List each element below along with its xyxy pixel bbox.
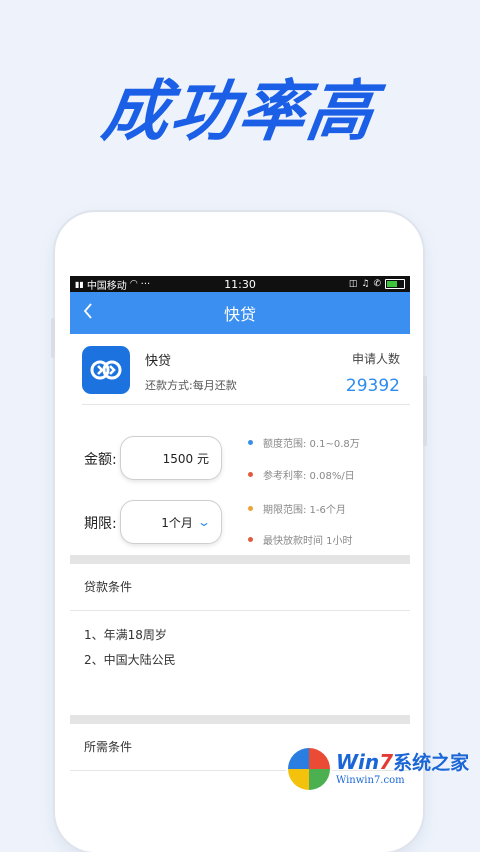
amount-label: 金额: xyxy=(84,452,117,468)
loan-name: 快贷 xyxy=(145,354,172,369)
section-divider xyxy=(70,555,410,564)
watermark-url: Winwin7.com xyxy=(336,775,405,786)
dot-icon xyxy=(248,537,253,542)
dot-icon xyxy=(248,440,253,445)
windows-logo-icon xyxy=(288,748,330,790)
battery-icon xyxy=(385,279,405,289)
term-label: 期限: xyxy=(84,516,117,532)
term-value: 1个月 xyxy=(161,515,193,530)
info-text: 最快放款时间 1小时 xyxy=(263,536,353,547)
status-time: 11:30 xyxy=(224,277,256,291)
loan-conditions-list: 1、年满18周岁 2、中国大陆公民 xyxy=(70,611,410,673)
phone-side-button xyxy=(423,376,427,446)
applicants-label: 申请人数 xyxy=(351,352,400,366)
hero-title: 成功率高 xyxy=(97,73,381,150)
loan-header: 快贷 还款方式:每月还款 申请人数 29392 xyxy=(82,334,410,405)
dot-icon xyxy=(248,472,253,477)
watermark: Win7系统之家 Winwin7.com xyxy=(288,748,469,790)
nav-bar: 快贷 xyxy=(70,292,410,334)
app-screen: ▮▮ 中国移动 ◠ ··· 11:30 ◫ ♫ ✆ 快贷 快贷 还款方式:每月还… xyxy=(70,276,410,800)
watermark-seven: 7 xyxy=(379,750,394,774)
loan-form: 金额: 1500 元 期限: 1个月 ⌄ 额度范围: 0.1~0.8万 参考利率… xyxy=(70,405,410,547)
info-amount-range: 额度范围: 0.1~0.8万 xyxy=(248,435,360,450)
amount-input[interactable]: 1500 元 xyxy=(120,436,222,480)
info-text: 参考利率: 0.08%/日 xyxy=(263,471,355,482)
repay-method: 还款方式:每月还款 xyxy=(145,379,237,392)
loan-logo-icon xyxy=(82,346,130,394)
term-select[interactable]: 1个月 ⌄ xyxy=(120,500,222,544)
list-item: 2、中国大陆公民 xyxy=(84,653,176,667)
watermark-brand: Win xyxy=(336,750,380,774)
phone-side-button xyxy=(51,318,55,358)
watermark-cn: 系统之家 xyxy=(393,752,470,774)
loan-conditions-title: 贷款条件 xyxy=(70,564,410,611)
dot-icon xyxy=(248,506,253,511)
applicants-count: 29392 xyxy=(345,376,400,396)
info-term-range: 期限范围: 1-6个月 xyxy=(248,501,346,516)
amount-value: 1500 元 xyxy=(162,451,209,466)
list-item: 1、年满18周岁 xyxy=(84,628,167,642)
chevron-left-icon[interactable] xyxy=(82,302,94,323)
page-title: 快贷 xyxy=(223,305,256,324)
info-fastest-time: 最快放款时间 1小时 xyxy=(248,532,353,547)
status-bar: ▮▮ 中国移动 ◠ ··· 11:30 ◫ ♫ ✆ xyxy=(70,276,410,292)
info-text: 期限范围: 1-6个月 xyxy=(263,505,346,516)
chevron-down-icon: ⌄ xyxy=(196,515,212,529)
section-divider xyxy=(70,715,410,724)
info-rate: 参考利率: 0.08%/日 xyxy=(248,467,355,482)
info-text: 额度范围: 0.1~0.8万 xyxy=(263,439,360,450)
